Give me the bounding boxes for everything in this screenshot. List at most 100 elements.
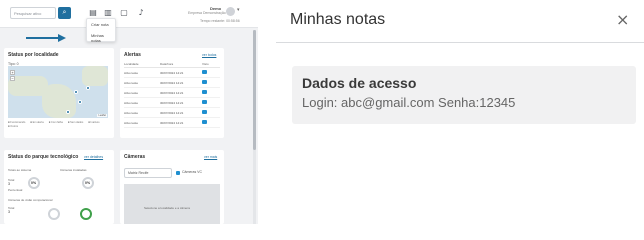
tech-park-card: Status do parque tecnológico ver detalhe…	[4, 150, 114, 224]
seen-cell	[202, 80, 218, 85]
close-icon[interactable]: ×	[616, 11, 629, 29]
seen-toggle[interactable]	[202, 70, 207, 74]
seen-toggle[interactable]	[202, 80, 207, 84]
seen-toggle[interactable]	[202, 110, 207, 114]
map-pin-icon[interactable]	[78, 100, 82, 104]
map-pin-icon[interactable]	[66, 110, 70, 114]
column-header: Data/hora	[160, 62, 174, 66]
cameras-view-more-link[interactable]: ver mais	[204, 155, 217, 159]
my-notes-item[interactable]: Minhas notas	[87, 30, 115, 46]
status-card: Status por localidade Tipo: 0 + − Leafle…	[4, 48, 114, 138]
alert-datetime: 30/07/2024 14:21	[160, 90, 184, 95]
my-notes-modal: Minhas notas × Dados de acesso Login: ab…	[276, 0, 644, 224]
cameras-card-title: Câmeras	[124, 154, 146, 160]
camera-preview-text: Selecione a localidade e a câmera	[144, 206, 190, 210]
donut-value: 0%	[85, 181, 91, 185]
table-row[interactable]: Ativo teste 30/07/2024 14:21	[124, 88, 220, 98]
alert-location: Ativo teste	[124, 80, 139, 85]
table-row[interactable]: Ativo teste 30/07/2024 14:21	[124, 78, 220, 88]
seen-cell	[202, 110, 218, 115]
camera-preview: Selecione a localidade e a câmera	[124, 184, 220, 224]
cameras-vc-label: Câmeras VC	[182, 170, 203, 174]
cameras-card: Câmeras ver mais Matriz Recife Câmeras V…	[120, 150, 224, 224]
modal-title: Minhas notas	[290, 11, 386, 28]
donut-chart	[48, 208, 60, 220]
note-title: Dados de acesso	[302, 75, 417, 91]
session-remaining: Tempo restante: 00:58:56	[200, 19, 240, 23]
bell-icon[interactable]: ♪	[136, 8, 146, 18]
user-company: Empresa Demonstração	[188, 11, 226, 15]
alerts-table: Localidade Data/hora Visto Ativo teste 3…	[124, 62, 220, 128]
total-value: 3	[8, 182, 10, 186]
map-attribution[interactable]: Leaflet	[97, 114, 107, 117]
column-header: Localidade	[124, 62, 139, 66]
donut-value: 0%	[31, 181, 37, 185]
alert-location: Ativo teste	[124, 100, 139, 105]
notes-icon[interactable]: ▤	[88, 8, 98, 18]
seen-toggle[interactable]	[202, 100, 207, 104]
chat-icon[interactable]: ▢	[119, 8, 129, 18]
alert-location: Ativo teste	[124, 110, 139, 115]
app-scrollbar-thumb[interactable]	[253, 30, 256, 150]
alert-datetime: 30/07/2024 14:21	[160, 100, 184, 105]
cameras-vc-checkbox[interactable]	[176, 171, 180, 175]
note-body: Login: abc@gmail.com Senha:12345	[302, 95, 516, 110]
table-row[interactable]: Ativo teste 30/07/2024 14:21	[124, 118, 220, 128]
seen-cell	[202, 70, 218, 75]
donut-chart	[80, 208, 92, 220]
alert-datetime: 30/07/2024 14:21	[160, 120, 184, 125]
legend-item: Funcionando	[8, 121, 25, 124]
location-select[interactable]: Matriz Recife	[124, 168, 172, 178]
seen-cell	[202, 100, 218, 105]
avatar[interactable]	[226, 7, 235, 16]
table-row[interactable]: Ativo teste 30/07/2024 14:21	[124, 68, 220, 78]
alert-datetime: 30/07/2024 14:21	[160, 70, 184, 75]
arrow-head-icon	[58, 34, 66, 42]
alerts-view-all-link[interactable]: ver todos	[202, 53, 216, 57]
notes-dropdown: Criar nota Minhas notas	[86, 18, 116, 43]
total-value: 3	[8, 210, 10, 214]
legend-item: Inativos	[88, 121, 100, 124]
app-topbar: Pesquisar ativo ⌕ ▤ ▥ ▢ ♪ Demo Empresa D…	[0, 0, 258, 28]
chevron-down-icon[interactable]: ▾	[237, 7, 240, 13]
search-button[interactable]: ⌕	[58, 7, 71, 19]
map-legend: Funcionando Em alerta Com falha Sem dado…	[8, 121, 112, 128]
legend-item: Sem dados	[68, 121, 83, 124]
alert-datetime: 30/07/2024 14:21	[160, 80, 184, 85]
alert-location: Ativo teste	[124, 70, 139, 75]
section-label: Totais ao sistema	[8, 168, 32, 172]
status-card-title: Status por localidade	[8, 52, 59, 58]
arrow-annotation	[26, 37, 60, 39]
seen-toggle[interactable]	[202, 120, 207, 124]
legend-item: Outros	[8, 125, 18, 128]
create-note-item[interactable]: Criar nota	[87, 19, 115, 30]
seen-toggle[interactable]	[202, 90, 207, 94]
alert-datetime: 30/07/2024 14:21	[160, 110, 184, 115]
zoom-out-button[interactable]: −	[10, 76, 15, 81]
document-icon[interactable]: ▥	[103, 8, 113, 18]
modal-divider	[276, 42, 644, 43]
tech-park-details-link[interactable]: ver detalhes	[84, 155, 103, 159]
land-shape	[42, 84, 76, 118]
alerts-card: Alertas ver todos Localidade Data/hora V…	[120, 48, 224, 138]
alert-location: Ativo teste	[124, 120, 139, 125]
note-card[interactable]: Dados de acesso Login: abc@gmail.com Sen…	[292, 66, 636, 124]
map-pin-icon[interactable]	[74, 90, 78, 94]
seen-cell	[202, 90, 218, 95]
percent-label: Percentual	[8, 188, 23, 192]
tech-park-card-title: Status do parque tecnológico	[8, 154, 79, 160]
zoom-in-button[interactable]: +	[10, 70, 15, 75]
alert-location: Ativo teste	[124, 90, 139, 95]
table-row[interactable]: Ativo teste 30/07/2024 14:21	[124, 98, 220, 108]
land-shape	[82, 66, 108, 86]
legend-item: Em alerta	[30, 121, 44, 124]
search-input[interactable]: Pesquisar ativo	[10, 7, 56, 19]
seen-cell	[202, 120, 218, 125]
map-pin-icon[interactable]	[86, 86, 90, 90]
table-row[interactable]: Ativo teste 30/07/2024 14:21	[124, 108, 220, 118]
section-label: Câmeras instaladas	[60, 168, 87, 172]
map[interactable]: + − Leaflet	[8, 66, 108, 118]
legend-item: Com falha	[49, 121, 63, 124]
section-label: Câmeras de visão computacional	[8, 198, 53, 202]
alerts-card-title: Alertas	[124, 52, 141, 58]
